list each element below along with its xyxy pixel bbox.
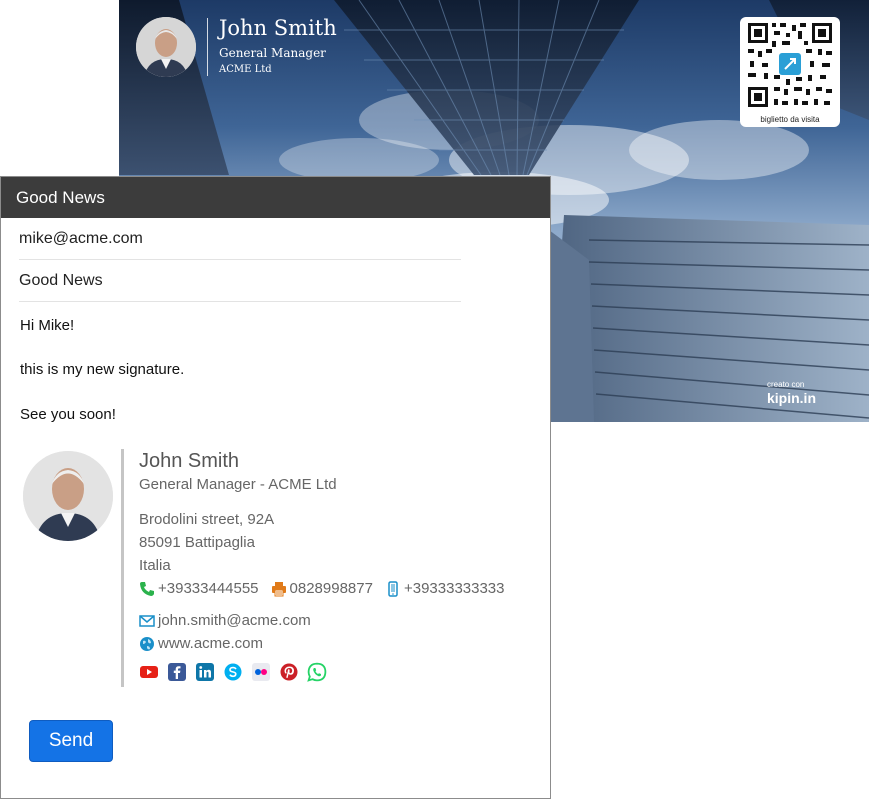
pinterest-icon[interactable] — [279, 662, 299, 682]
mobile-icon — [385, 580, 401, 597]
skype-icon[interactable] — [223, 662, 243, 682]
to-field[interactable]: mike@acme.com — [19, 218, 461, 260]
signature-divider — [121, 449, 124, 687]
card-job-title: General Manager — [219, 46, 326, 60]
body-closing[interactable]: See you soon! — [20, 406, 116, 423]
composer-header: Good News — [1, 177, 550, 218]
subject-field[interactable]: Good News — [19, 260, 461, 302]
youtube-icon[interactable] — [139, 662, 159, 682]
signature-website-row: www.acme.com — [139, 635, 263, 652]
qr-caption: biglietto da visita — [760, 115, 820, 124]
signature-fax[interactable]: 0828998877 — [290, 580, 373, 597]
email-icon — [139, 613, 155, 629]
fax-icon — [271, 581, 287, 597]
globe-icon — [139, 636, 155, 652]
card-company: ACME Ltd — [219, 64, 272, 75]
card-avatar — [136, 17, 196, 77]
qr-code[interactable]: biglietto da visita — [740, 17, 840, 127]
body-line[interactable]: this is my new signature. — [20, 361, 184, 378]
email-composer: Good News mike@acme.com Good News Hi Mik… — [0, 176, 551, 799]
social-links — [139, 662, 335, 682]
linkedin-icon[interactable] — [195, 662, 215, 682]
signature-email[interactable]: john.smith@acme.com — [158, 612, 311, 629]
flickr-icon[interactable] — [251, 662, 271, 682]
signature-email-row: john.smith@acme.com — [139, 612, 311, 629]
send-button[interactable]: Send — [29, 720, 113, 762]
signature-phone-row: +39333444555 0828998877 +39333333333 — [139, 580, 505, 597]
card-name: John Smith — [219, 16, 337, 40]
signature-website[interactable]: www.acme.com — [158, 635, 263, 652]
signature-name: John Smith — [139, 450, 240, 472]
signature-phone[interactable]: +39333444555 — [158, 580, 259, 597]
facebook-icon[interactable] — [167, 662, 187, 682]
signature-address-city: 85091 Battipaglia — [139, 534, 255, 551]
signature-address-street: Brodolini street, 92A — [139, 511, 275, 528]
phone-icon — [139, 581, 155, 597]
whatsapp-icon[interactable] — [307, 662, 327, 682]
qr-code-icon — [748, 23, 832, 107]
signature-avatar — [23, 451, 113, 541]
signature-role: General Manager - ACME Ltd — [139, 476, 337, 493]
card-divider — [207, 18, 208, 76]
kipin-brand-link[interactable]: kipin.in — [767, 390, 816, 406]
body-greeting[interactable]: Hi Mike! — [20, 317, 74, 334]
signature-country: Italia — [139, 557, 171, 574]
credit-label: creato con — [767, 380, 805, 389]
signature-mobile[interactable]: +39333333333 — [404, 580, 505, 597]
